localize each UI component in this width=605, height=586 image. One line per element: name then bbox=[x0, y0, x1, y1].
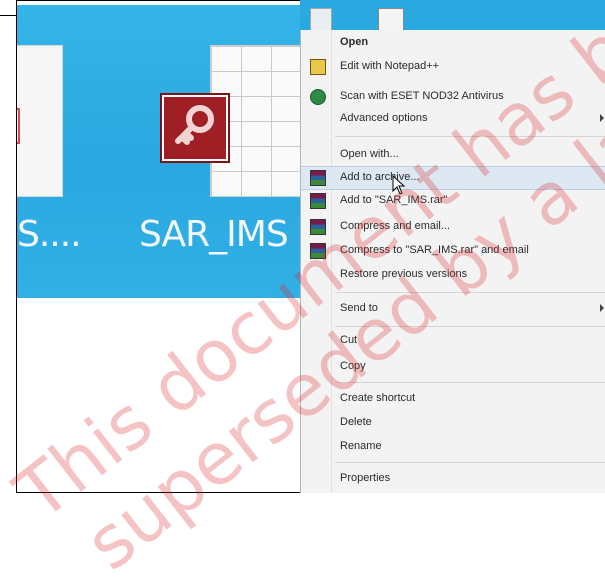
file-label-sar-ims[interactable]: SAR_IMS bbox=[139, 214, 289, 255]
menu-item-add-to-rar[interactable]: Add to "SAR_IMS.rar" bbox=[301, 190, 605, 212]
menu-item-edit-notepad[interactable]: Edit with Notepad++ bbox=[301, 56, 605, 78]
menu-item-label: Add to archive... bbox=[340, 171, 420, 183]
winrar-icon bbox=[310, 219, 326, 235]
document-icon-accent bbox=[17, 108, 20, 144]
menu-item-label: Scan with ESET NOD32 Antivirus bbox=[340, 90, 504, 102]
menu-separator bbox=[335, 136, 605, 137]
winrar-icon bbox=[310, 193, 326, 209]
menu-item-label: Open bbox=[340, 36, 369, 48]
menu-item-compress-email[interactable]: Compress and email... bbox=[301, 216, 605, 238]
menu-item-label: Delete bbox=[340, 416, 372, 428]
menu-item-label: Properties bbox=[340, 472, 391, 484]
submenu-arrow-icon bbox=[600, 304, 604, 312]
table-rule bbox=[0, 15, 17, 16]
mouse-cursor-icon bbox=[392, 174, 406, 200]
menu-item-label: Send to bbox=[340, 302, 378, 314]
menu-separator bbox=[335, 462, 605, 463]
context-menu: Open Edit with Notepad++ Scan with ESET … bbox=[300, 30, 605, 493]
menu-item-label: Create shortcut bbox=[340, 392, 416, 404]
desktop-strip-top bbox=[300, 0, 605, 34]
desktop-area: S.... SAR_IMS bbox=[17, 5, 300, 298]
menu-item-label: Open with... bbox=[340, 148, 399, 160]
menu-item-send-to[interactable]: Send to bbox=[301, 298, 605, 320]
menu-item-open[interactable]: Open bbox=[301, 32, 605, 54]
menu-item-properties[interactable]: Properties bbox=[301, 468, 605, 490]
file-icon-partial[interactable] bbox=[17, 45, 63, 197]
menu-item-label: Restore previous versions bbox=[340, 268, 468, 280]
winrar-icon bbox=[310, 243, 326, 259]
menu-item-advanced-options[interactable]: Advanced options bbox=[301, 108, 605, 130]
menu-item-compress-to-rar-email[interactable]: Compress to "SAR_IMS.rar" and email bbox=[301, 240, 605, 262]
menu-item-restore-previous[interactable]: Restore previous versions bbox=[301, 264, 605, 286]
menu-separator bbox=[335, 292, 605, 293]
access-key-icon bbox=[160, 93, 230, 163]
menu-separator bbox=[335, 382, 605, 383]
menu-item-label: Compress and email... bbox=[340, 220, 451, 232]
menu-item-label: Rename bbox=[340, 440, 382, 452]
menu-item-scan-eset[interactable]: Scan with ESET NOD32 Antivirus bbox=[301, 86, 605, 108]
menu-item-copy[interactable]: Copy bbox=[301, 356, 605, 378]
menu-item-label: Copy bbox=[340, 360, 366, 372]
notepad-icon bbox=[310, 59, 326, 75]
menu-item-label: Advanced options bbox=[340, 112, 428, 124]
winrar-icon bbox=[310, 170, 326, 186]
table-margin-column bbox=[0, 0, 17, 493]
menu-separator bbox=[335, 326, 605, 327]
menu-item-rename[interactable]: Rename bbox=[301, 436, 605, 458]
menu-item-add-to-archive[interactable]: Add to archive... bbox=[301, 166, 605, 190]
file-label-left[interactable]: S.... bbox=[17, 214, 82, 255]
menu-item-label: Compress to "SAR_IMS.rar" and email bbox=[340, 244, 529, 256]
menu-item-delete[interactable]: Delete bbox=[301, 412, 605, 434]
submenu-arrow-icon bbox=[600, 114, 604, 122]
menu-item-label: Cut bbox=[340, 334, 358, 346]
menu-item-open-with[interactable]: Open with... bbox=[301, 144, 605, 166]
menu-item-cut[interactable]: Cut bbox=[301, 330, 605, 352]
eset-icon bbox=[310, 89, 326, 105]
menu-item-label: Edit with Notepad++ bbox=[340, 60, 440, 72]
menu-item-create-shortcut[interactable]: Create shortcut bbox=[301, 388, 605, 410]
